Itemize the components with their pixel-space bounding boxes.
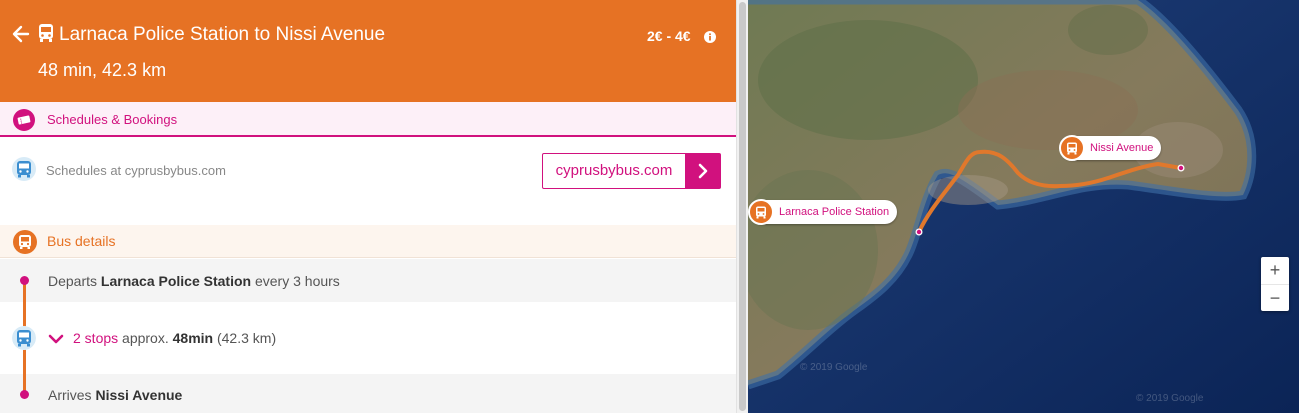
arrival-dot bbox=[20, 390, 29, 399]
info-icon[interactable] bbox=[704, 31, 716, 43]
route-header: Larnaca Police Station to Nissi Avenue 4… bbox=[0, 0, 736, 102]
trip-distance: (42.3 km) bbox=[216, 330, 277, 346]
bus-details-section-header: Bus details bbox=[0, 225, 736, 258]
zoom-controls: + − bbox=[1261, 257, 1289, 311]
chevron-down-icon[interactable] bbox=[48, 333, 64, 345]
departure-stop: Larnaca Police Station bbox=[100, 273, 252, 289]
back-arrow-icon[interactable] bbox=[11, 24, 31, 44]
departure-dot bbox=[20, 276, 29, 285]
arrival-text: Arrives Nissi Avenue bbox=[48, 387, 182, 403]
map-attribution: © 2019 Google bbox=[800, 362, 868, 373]
bus-details-title: Bus details bbox=[47, 233, 116, 249]
zoom-out-button[interactable]: − bbox=[1261, 284, 1289, 311]
scrollbar-thumb[interactable] bbox=[739, 2, 746, 411]
chevron-right-icon bbox=[685, 154, 720, 188]
schedules-text: Schedules at cyprusbybus.com bbox=[46, 163, 226, 178]
app: Larnaca Police Station to Nissi Avenue 4… bbox=[0, 0, 1299, 413]
start-stop-label: Larnaca Police Station bbox=[779, 206, 890, 218]
route-map[interactable]: Larnaca Police Station Nissi Avenue + − … bbox=[748, 0, 1299, 413]
stops-step: 2 stops approx. 48min (42.3 km) bbox=[0, 302, 736, 374]
route-title: Larnaca Police Station to Nissi Avenue bbox=[59, 24, 386, 45]
arrival-prefix: Arrives bbox=[48, 387, 92, 403]
arrival-stop: Nissi Avenue bbox=[95, 387, 183, 403]
arrival-step: Arrives Nissi Avenue bbox=[0, 374, 736, 413]
stops-toggle-link[interactable]: 2 stops bbox=[73, 330, 118, 346]
panel-scrollbar[interactable] bbox=[736, 0, 748, 413]
map-attribution: © 2019 Google bbox=[1136, 393, 1204, 404]
end-stop-marker[interactable]: Nissi Avenue bbox=[1059, 135, 1162, 161]
bus-pin-icon bbox=[1059, 135, 1085, 161]
stops-text: 2 stops approx. 48min (42.3 km) bbox=[73, 330, 276, 346]
schedule-row: Schedules at cyprusbybus.com cyprusbybus… bbox=[0, 137, 736, 225]
trip-duration: 48min bbox=[172, 330, 214, 346]
schedules-section-title: Schedules & Bookings bbox=[47, 112, 178, 127]
departure-frequency: every 3 hours bbox=[254, 273, 340, 289]
end-stop-label: Nissi Avenue bbox=[1090, 142, 1154, 154]
zoom-in-button[interactable]: + bbox=[1261, 257, 1289, 284]
route-summary: 48 min, 42.3 km bbox=[38, 60, 167, 80]
departure-text: Departs Larnaca Police Station every 3 h… bbox=[48, 273, 340, 289]
bus-icon bbox=[39, 24, 53, 42]
cyprusbybus-link-button[interactable]: cyprusbybus.com bbox=[542, 153, 721, 189]
timeline-bus-icon bbox=[12, 326, 36, 350]
approx-label: approx. bbox=[122, 330, 169, 346]
start-stop-marker[interactable]: Larnaca Police Station bbox=[748, 199, 898, 225]
ticket-icon bbox=[13, 109, 35, 131]
departure-prefix: Departs bbox=[48, 273, 98, 289]
bus-blue-icon bbox=[12, 157, 36, 181]
departure-step: Departs Larnaca Police Station every 3 h… bbox=[0, 259, 736, 302]
schedules-section-header: Schedules & Bookings bbox=[0, 102, 736, 137]
bus-orange-icon bbox=[13, 230, 37, 254]
route-panel: Larnaca Police Station to Nissi Avenue 4… bbox=[0, 0, 736, 413]
price-range: 2€ - 4€ bbox=[647, 28, 691, 44]
bus-pin-icon bbox=[748, 199, 774, 225]
cyprusbybus-button-label: cyprusbybus.com bbox=[555, 162, 673, 179]
